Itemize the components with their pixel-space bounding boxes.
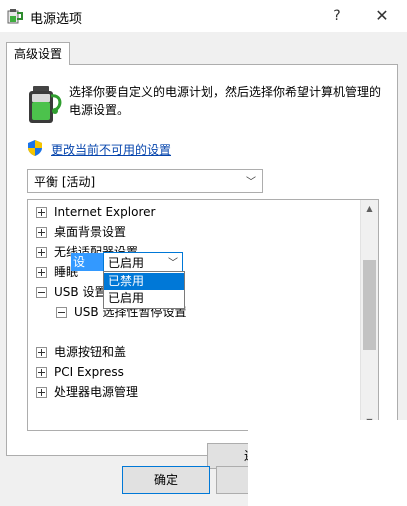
- tree-item-label: 电源按钮和盖: [54, 345, 127, 359]
- expand-icon[interactable]: [36, 367, 47, 378]
- power-options-icon: [7, 9, 23, 24]
- change-settings-link[interactable]: 更改当前不可用的设置: [51, 141, 171, 158]
- collapse-icon[interactable]: [56, 307, 67, 318]
- white-overlay: [248, 420, 407, 506]
- usb-suspend-options[interactable]: 已禁用 已启用: [103, 271, 185, 309]
- title-bar: 电源选项 ? ✕: [0, 0, 407, 32]
- collapse-icon[interactable]: [36, 287, 47, 298]
- tree-item-label: USB 设置: [54, 285, 107, 299]
- help-button[interactable]: ?: [322, 4, 352, 28]
- tab-advanced-settings[interactable]: 高级设置: [6, 42, 70, 65]
- expand-icon[interactable]: [36, 227, 47, 238]
- setting-label: 设置：: [71, 253, 103, 271]
- option-enabled[interactable]: 已启用: [104, 290, 184, 307]
- expand-icon[interactable]: [36, 387, 47, 398]
- battery-icon: [29, 86, 62, 123]
- settings-panel: 选择你要自定义的电源计划，然后选择你希望计算机管理的电源设置。 更改当前不可用的…: [6, 64, 398, 469]
- ok-button[interactable]: 确定: [122, 466, 210, 494]
- expand-icon[interactable]: [36, 247, 47, 258]
- chevron-down-icon: ﹀: [246, 177, 256, 188]
- tree-item-label: 桌面背景设置: [54, 225, 127, 239]
- expand-icon[interactable]: [36, 267, 47, 278]
- description-text: 选择你要自定义的电源计划，然后选择你希望计算机管理的电源设置。: [69, 85, 382, 117]
- window-title: 电源选项: [30, 12, 83, 27]
- tree-item-label: Internet Explorer: [54, 205, 156, 219]
- power-plan-value: 平衡 [活动]: [34, 175, 96, 189]
- expand-icon[interactable]: [36, 347, 47, 358]
- close-button[interactable]: ✕: [366, 4, 398, 28]
- expand-icon[interactable]: [36, 207, 47, 218]
- scroll-thumb[interactable]: [363, 260, 376, 350]
- uac-shield-icon: [28, 140, 42, 156]
- usb-suspend-select[interactable]: 已启用 ﹀: [103, 252, 183, 272]
- tree-item-label: 处理器电源管理: [54, 385, 139, 399]
- usb-suspend-value: 已启用: [108, 256, 145, 270]
- scroll-up-icon[interactable]: ▲: [361, 200, 378, 217]
- chevron-down-icon: ﹀: [168, 258, 178, 269]
- tree-scrollbar[interactable]: ▲ ▼: [360, 200, 378, 430]
- settings-tree[interactable]: Internet Explorer 桌面背景设置 无线适配器设置 睡眠 USB …: [27, 199, 379, 431]
- option-disabled[interactable]: 已禁用: [104, 273, 184, 290]
- tree-item-label: PCI Express: [54, 365, 124, 379]
- power-plan-select[interactable]: 平衡 [活动] ﹀: [27, 169, 263, 193]
